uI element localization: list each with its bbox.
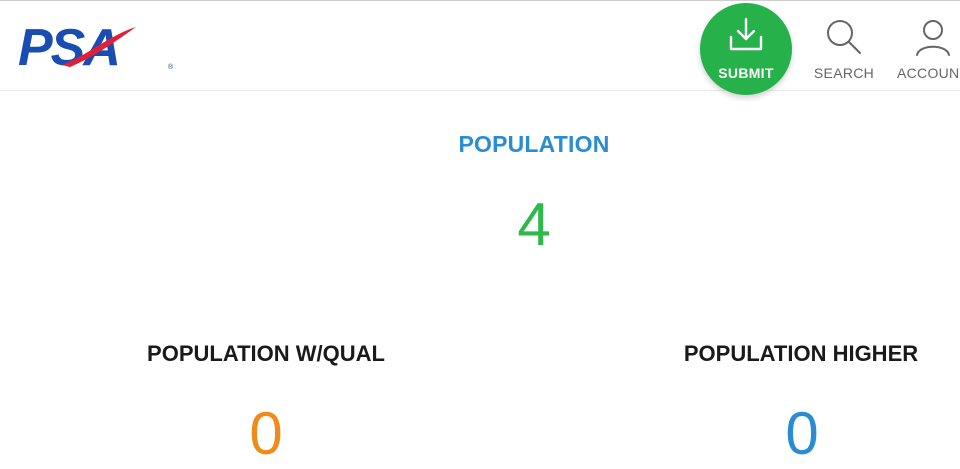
search-icon	[824, 17, 864, 57]
site-header: PSA ® SUBMIT SEARCH ACCOUN	[0, 1, 960, 95]
page: PSA ® SUBMIT SEARCH ACCOUN POPULATION 4 …	[0, 0, 960, 469]
submit-label: SUBMIT	[718, 65, 774, 81]
nav-account[interactable]: ACCOUNT	[893, 11, 960, 86]
population-value: 4	[517, 191, 551, 258]
population-qual-value: 0	[249, 400, 283, 467]
account-label: ACCOUNT	[897, 65, 960, 81]
svg-text:®: ®	[168, 63, 174, 71]
population-higher-value: 0	[785, 400, 819, 467]
population-higher-title: POPULATION HIGHER	[683, 341, 919, 366]
population-qual-title: POPULATION W/QUAL	[147, 341, 385, 366]
psa-logo-wordmark: PSA ®	[18, 19, 174, 77]
nav-search[interactable]: SEARCH	[806, 11, 882, 86]
population-title: POPULATION	[458, 131, 610, 157]
download-icon	[726, 15, 766, 55]
user-icon	[913, 17, 953, 57]
search-label: SEARCH	[813, 65, 875, 81]
psa-logo[interactable]: PSA ®	[18, 19, 178, 77]
submit-button[interactable]: SUBMIT	[700, 3, 792, 95]
